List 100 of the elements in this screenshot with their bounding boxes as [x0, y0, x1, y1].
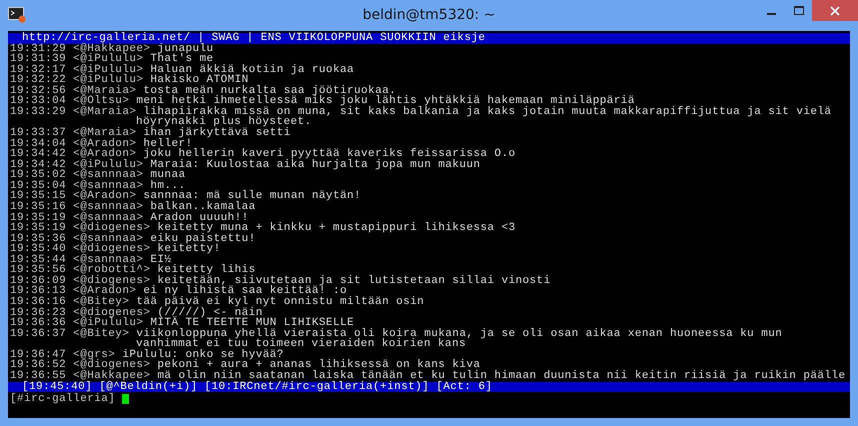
timestamp: 19:35:19 [10, 212, 66, 224]
minimize-icon [767, 13, 776, 15]
maximize-icon [794, 6, 804, 16]
nickname: <@Hakkapee> [73, 370, 150, 382]
message-text: That's me [150, 54, 214, 65]
message-text: ei ny lihistä saa keittää! :o [143, 286, 347, 298]
nickname: <@Aradon> [73, 138, 136, 150]
status-item: [19:45:40] [22, 382, 92, 392]
nickname: <@robotti^> [73, 265, 150, 276]
nickname: <@diogenes> [73, 276, 150, 286]
timestamp: 19:32:17 [10, 64, 66, 76]
nickname: <@iPululu> [73, 318, 144, 329]
status-item: [Act: 6] [436, 382, 492, 392]
timestamp: 19:35:04 [10, 180, 66, 192]
timestamp: 19:36:09 [10, 276, 66, 286]
nickname: <@sannnaa> [73, 170, 144, 181]
timestamp: 19:36:55 [10, 370, 66, 382]
timestamp: 19:34:04 [10, 138, 66, 150]
nickname: <@iPululu> [73, 160, 144, 170]
close-icon [830, 6, 840, 16]
timestamp: 19:34:42 [10, 149, 66, 160]
message-text: Haluan äkkiä kotiin ja ruokaa [150, 64, 354, 76]
nickname: <@grs> [73, 350, 116, 360]
message-text: junapulu [157, 44, 214, 54]
timestamp: 19:36:23 [10, 308, 66, 318]
message-text: iPululu: onko se hyvää? [122, 350, 284, 360]
nickname: <@iPululu> [73, 54, 144, 65]
nickname: <@Aradon> [73, 286, 136, 298]
timestamp: 19:31:29 [10, 44, 66, 54]
message-text: Maraia: Kuulostaa aika hurjalta jopa mun makuun [150, 160, 480, 170]
timestamp: 19:35:40 [10, 244, 66, 255]
message-text: Hakisko ATOMIN [150, 75, 249, 86]
message-text: (/////) <- näin [157, 308, 263, 318]
window-title: beldin@tm5320: ~ [362, 7, 496, 23]
nickname: <@diogenes> [73, 244, 150, 255]
nickname: <@iPululu> [73, 75, 144, 86]
timestamp: 19:35:44 [10, 254, 66, 266]
timestamp: 19:33:37 [10, 128, 66, 139]
timestamp: 19:36:47 [10, 350, 66, 360]
message-text: joku hellerin kaveri pyyttää kaveriks feissarissa O.o [143, 149, 516, 160]
timestamp: 19:35:16 [10, 202, 66, 213]
nickname: <@Aradon> [73, 191, 136, 202]
timestamp: 19:33:04 [10, 96, 66, 107]
message-text: keitetty lihis [157, 265, 256, 276]
nickname: <@Hakkapee> [73, 44, 150, 54]
timestamp: 19:35:15 [10, 191, 66, 202]
message-text: tosta meän nurkalta saa jöötiruokaa. [143, 86, 396, 96]
nickname: <@sannnaa> [73, 254, 144, 266]
message-text: tää päivä ei kyl nyt onnistu miltään osin [136, 297, 424, 308]
nickname: <@diogenes> [73, 360, 150, 371]
message-text: MITÄ TE TEETTE MUN LIHIKSELLE [150, 318, 354, 329]
terminal-icon [8, 7, 26, 23]
message-text: meni hetki ihmetellessä miks joku lähtis yhtäkkiä hakemaan miniläppäriä [136, 96, 635, 107]
timestamp: 19:32:22 [10, 75, 66, 86]
timestamp: 19:36:36 [10, 318, 66, 329]
message-text: lihapiirakka missä on muna, sit kaks balkania ja kaks jotain muuta makkarapiffijuttua ja sit vielä [143, 106, 832, 118]
timestamp: 19:34:42 [10, 160, 66, 170]
message-text: vanhimmat ei tuu toimeen vieraiden koirien kans [136, 339, 466, 350]
nickname: <@Bitey> [73, 297, 130, 308]
timestamp: 19:32:56 [10, 86, 66, 96]
message-text: keitetään, siivutetaan ja sit lutistetaan sillai vinosti [157, 276, 551, 286]
message-text: hm... [150, 180, 186, 192]
message-text: viikonloppuna yhellä vieraista oli koira mukana, ja se oli osan aikaa xenan huoneessa ku mun [136, 328, 782, 340]
message-text: mä olin niin saatanan laiska tänään et ku tulin himaan duunista nii keitin riisiä ja ruikin päälle [157, 370, 846, 382]
message-text: eiku paistettu! [150, 234, 256, 244]
status-item: [10:IRCnet/#irc-galleria(+inst)] [204, 382, 430, 392]
input-prompt: [#irc-galleria] [10, 394, 116, 405]
timestamp: 19:36:52 [10, 360, 66, 371]
nickname: <@sannnaa> [73, 212, 144, 224]
nickname: <@Bitey> [73, 328, 130, 340]
message-text: heller! [143, 138, 193, 150]
nickname: <@sannnaa> [73, 202, 144, 213]
nickname: <@sannnaa> [73, 234, 144, 244]
text-cursor [122, 394, 130, 404]
close-button[interactable] [812, 0, 858, 21]
timestamp: 19:35:56 [10, 265, 66, 276]
message-text: keitetty! [157, 244, 221, 255]
status-item: [@^Beldin(+i)] [99, 382, 198, 392]
nickname: <@iPululu> [73, 64, 144, 76]
message-text: pekoni + aura + ananas lihiksessä on kans kiva [157, 360, 480, 371]
message-text: sannnaa: mä sulle munan näytän! [143, 191, 362, 202]
timestamp: 19:36:37 [10, 328, 66, 340]
message-text: Aradon uuuuh!! [150, 212, 249, 224]
nickname: <@Oltsu> [73, 96, 130, 107]
timestamp: 19:35:02 [10, 170, 66, 181]
timestamp: 19:36:16 [10, 297, 66, 308]
timestamp: 19:33:29 [10, 106, 66, 118]
message-text: höyrynakki plus höysteet. [136, 117, 312, 128]
nickname: <@Maraia> [73, 106, 136, 118]
nickname: <@diogenes> [73, 223, 150, 234]
timestamp: 19:36:13 [10, 286, 66, 298]
nickname: <@Maraia> [73, 86, 136, 96]
message-text: munaa [150, 170, 186, 181]
nickname: <@Aradon> [73, 149, 136, 160]
timestamp: 19:35:19 [10, 223, 66, 234]
message-text: ihan järkyttävä setti [143, 128, 291, 139]
nickname: <@diogenes> [73, 308, 150, 318]
nickname: <@sannnaa> [73, 180, 144, 192]
message-text: balkan..kamalaa [150, 202, 256, 213]
nickname: <@Maraia> [73, 128, 136, 139]
